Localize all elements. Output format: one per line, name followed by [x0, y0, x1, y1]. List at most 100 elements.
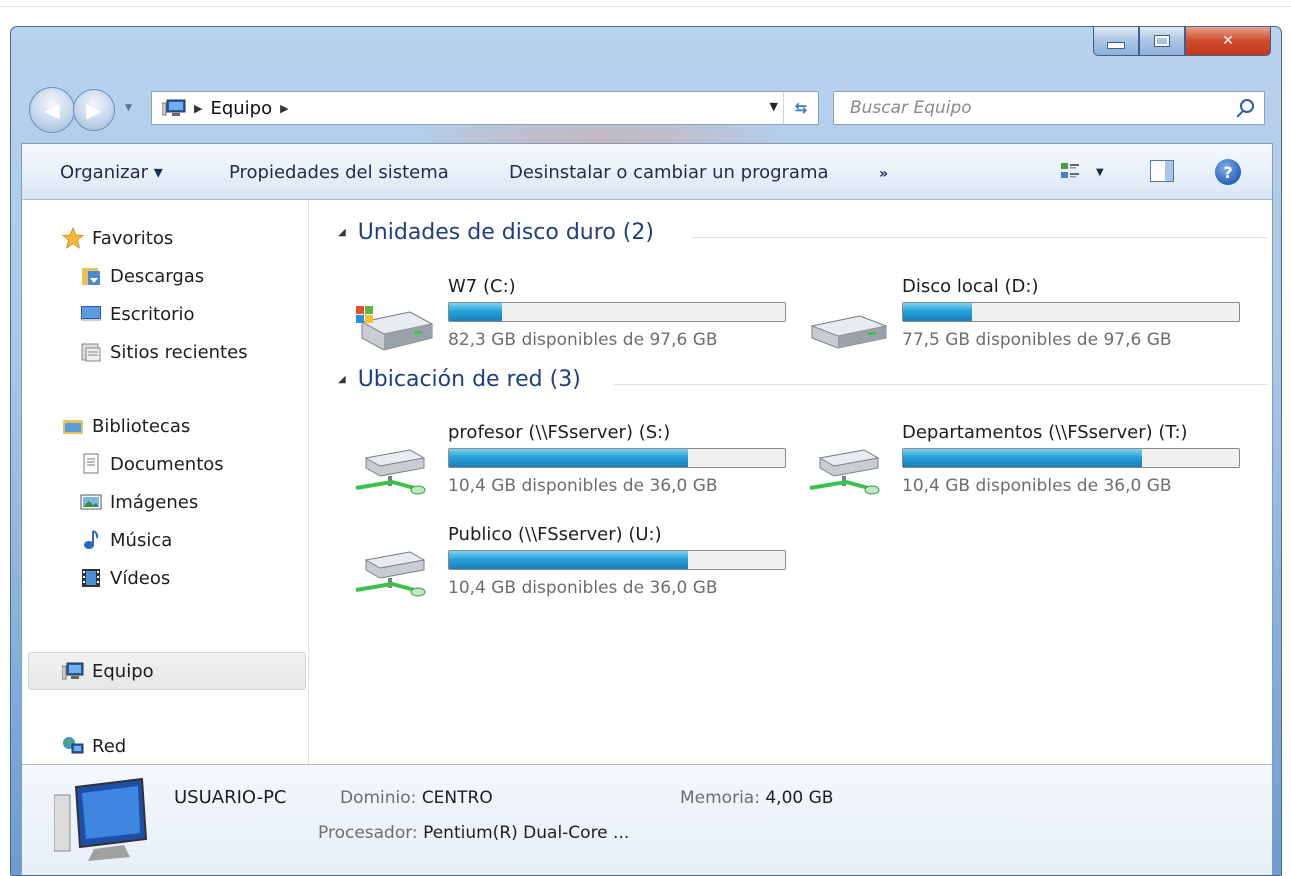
group-header-network-locations[interactable]: ◢ Ubicación de red (3): [338, 367, 581, 392]
computer-icon: [162, 99, 186, 116]
music-note-icon: [84, 530, 99, 549]
domain-label: Dominio:: [340, 788, 417, 808]
collapse-triangle-icon[interactable]: ◢: [338, 227, 346, 238]
refresh-icon: ⇆: [794, 99, 808, 117]
sidebar-item-red[interactable]: Red: [62, 732, 126, 760]
sidebar-item-label: Documentos: [110, 453, 224, 475]
recent-places-icon: [81, 343, 101, 362]
documents-icon: [83, 453, 99, 474]
domain-value: CENTRO: [421, 788, 493, 808]
memory-label: Memoria:: [680, 788, 760, 808]
drive-u[interactable]: Publico (\\FSserver) (U:) 10,4 GB dispon…: [352, 524, 792, 604]
preview-pane-button[interactable]: [1150, 160, 1174, 182]
memory-info: Memoria: 4,00 GB: [680, 788, 833, 808]
search-input[interactable]: [848, 92, 1232, 124]
recent-pages-dropdown[interactable]: ▼: [125, 103, 132, 113]
drive-free-space: 10,4 GB disponibles de 36,0 GB: [448, 476, 718, 496]
computer-icon: [62, 662, 84, 680]
sidebar-item-imagenes[interactable]: Imágenes: [80, 488, 198, 516]
drive-t[interactable]: Departamentos (\\FSserver) (T:) 10,4 GB …: [806, 422, 1246, 502]
group-header-hard-drives[interactable]: ◢ Unidades de disco duro (2): [338, 220, 654, 245]
back-button[interactable]: ◀: [29, 87, 75, 133]
drive-usage-fill: [903, 303, 973, 321]
more-commands-button[interactable]: »: [879, 166, 888, 182]
drive-usage-bar: [448, 448, 786, 468]
back-arrow-icon: ◀: [44, 98, 60, 122]
sidebar-item-label: Red: [92, 735, 127, 757]
windows-hard-drive-icon: [356, 306, 434, 351]
computer-monitor-icon: [54, 777, 148, 861]
drive-usage-bar: [448, 302, 786, 322]
refresh-button[interactable]: ⇆: [783, 92, 818, 124]
help-icon[interactable]: ?: [1215, 159, 1241, 185]
drive-free-space: 10,4 GB disponibles de 36,0 GB: [902, 476, 1172, 496]
system-properties-button[interactable]: Propiedades del sistema: [229, 162, 449, 183]
sidebar-item-bibliotecas[interactable]: Bibliotecas: [62, 412, 190, 440]
sidebar-item-label: Imágenes: [110, 491, 199, 513]
command-bar: Organizar ▾ Propiedades del sistema Desi…: [22, 144, 1272, 200]
drive-usage-bar: [448, 550, 786, 570]
sidebar-item-documentos[interactable]: Documentos: [80, 450, 224, 478]
sidebar-item-equipo[interactable]: Equipo: [62, 657, 154, 685]
breadcrumb-separator-icon[interactable]: ▶: [280, 102, 288, 115]
caption-buttons: ✕: [1093, 27, 1271, 56]
memory-value: 4,00 GB: [765, 788, 834, 808]
drive-free-space: 82,3 GB disponibles de 97,6 GB: [448, 330, 718, 350]
forward-button[interactable]: ▶: [73, 89, 115, 131]
star-icon: [62, 227, 84, 249]
sidebar-item-label: Vídeos: [110, 567, 171, 589]
organize-button[interactable]: Organizar ▾: [60, 162, 163, 183]
sidebar-item-descargas[interactable]: Descargas: [80, 262, 204, 290]
sidebar-item-escritorio[interactable]: Escritorio: [80, 300, 195, 328]
sidebar-item-musica[interactable]: Música: [80, 526, 172, 554]
sidebar-item-videos[interactable]: Vídeos: [80, 564, 170, 592]
drive-d[interactable]: Disco local (D:) 77,5 GB disponibles de …: [806, 276, 1246, 356]
drive-s[interactable]: profesor (\\FSserver) (S:) 10,4 GB dispo…: [352, 422, 792, 502]
drive-usage-bar: [902, 448, 1240, 468]
forward-arrow-icon: ▶: [86, 98, 102, 122]
network-drive-icon: [809, 449, 880, 495]
drive-name: Disco local (D:): [902, 276, 1039, 297]
minimize-button[interactable]: [1093, 27, 1139, 56]
search-box: [833, 91, 1265, 125]
drive-usage-fill: [449, 303, 502, 321]
drive-c[interactable]: W7 (C:) 82,3 GB disponibles de 97,6 GB: [352, 276, 792, 356]
maximize-button[interactable]: [1139, 27, 1185, 56]
desktop-icon: [81, 306, 101, 321]
breadcrumb-separator-icon[interactable]: ▶: [194, 102, 202, 115]
sidebar-item-label: Sitios recientes: [110, 341, 248, 363]
breadcrumb-equipo[interactable]: Equipo: [210, 98, 272, 119]
close-button[interactable]: ✕: [1185, 27, 1271, 56]
sidebar-item-sitios-recientes[interactable]: Sitios recientes: [80, 338, 248, 366]
explorer-client: Organizar ▾ Propiedades del sistema Desi…: [21, 143, 1273, 875]
uninstall-program-button[interactable]: Desinstalar o cambiar un programa: [509, 162, 829, 183]
drive-name: W7 (C:): [448, 276, 516, 297]
group-title: Unidades de disco duro (2): [357, 220, 654, 245]
maximize-icon: [1154, 35, 1170, 47]
sidebar-item-label: Favoritos: [92, 227, 174, 249]
pictures-icon: [80, 494, 102, 510]
sidebar-item-label: Equipo: [92, 660, 154, 682]
view-options-dropdown-icon[interactable]: ▼: [1096, 167, 1104, 178]
collapse-triangle-icon[interactable]: ◢: [338, 374, 346, 385]
computer-name: USUARIO-PC: [174, 787, 287, 808]
explorer-window: ✕ ◀ ▶ ▼ ▶ Equipo ▶ ▼ ⇆ Organizar ▾ Propi…: [10, 26, 1282, 876]
drive-usage-fill: [903, 449, 1142, 467]
search-icon[interactable]: [1240, 99, 1254, 113]
change-view-icon[interactable]: [1060, 161, 1080, 181]
address-bar[interactable]: ▶ Equipo ▶ ▼ ⇆: [151, 91, 819, 125]
close-icon: ✕: [1222, 33, 1234, 49]
drive-name: Publico (\\FSserver) (U:): [448, 524, 662, 545]
sidebar-item-label: Música: [110, 529, 173, 551]
sidebar-item-label: Bibliotecas: [92, 415, 191, 437]
drive-name: profesor (\\FSserver) (S:): [448, 422, 671, 443]
drive-free-space: 77,5 GB disponibles de 97,6 GB: [902, 330, 1172, 350]
address-dropdown-icon[interactable]: ▼: [770, 100, 778, 113]
drive-usage-fill: [449, 449, 688, 467]
sidebar-item-favoritos[interactable]: Favoritos: [62, 224, 173, 252]
processor-value: Pentium(R) Dual-Core ...: [423, 823, 630, 843]
sidebar-item-label: Descargas: [110, 265, 205, 287]
file-list: ◢ Unidades de disco duro (2) ◢ Ubicación…: [322, 200, 1272, 764]
domain-info: Dominio: CENTRO: [340, 788, 493, 808]
navigation-pane: Favoritos Descargas Escritorio Sitios re…: [22, 200, 309, 764]
